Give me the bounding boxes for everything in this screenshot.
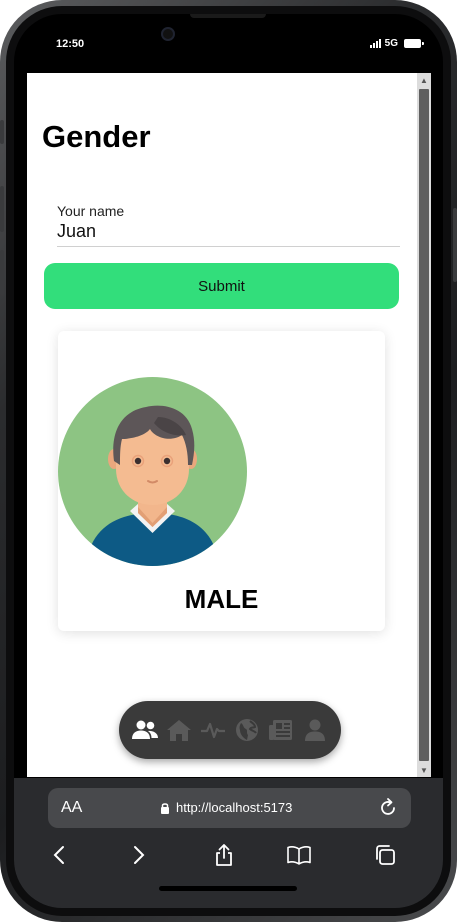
phone-screen: 12:50 5G Gender Your name Submit — [14, 14, 443, 908]
url-display[interactable]: http://localhost:5173 — [160, 800, 292, 815]
scroll-up-arrow-icon[interactable]: ▲ — [417, 73, 431, 87]
chevron-left-icon — [53, 846, 64, 864]
tabs-button[interactable] — [370, 840, 400, 870]
browser-nav-toolbar — [14, 840, 443, 870]
scroll-thumb[interactable] — [419, 89, 429, 761]
page-title: Gender — [42, 119, 151, 154]
chevron-right-icon — [134, 846, 145, 864]
share-icon — [216, 844, 232, 866]
forward-button[interactable] — [124, 840, 154, 870]
url-text: http://localhost:5173 — [176, 800, 293, 815]
name-field: Your name — [57, 203, 400, 247]
name-field-label: Your name — [57, 203, 125, 219]
gender-result: MALE — [184, 584, 259, 614]
browser-toolbar: AA http://localhost:5173 — [14, 778, 443, 908]
nav-people-icon[interactable] — [131, 716, 159, 744]
nav-home-icon[interactable] — [165, 716, 193, 744]
signal-icon — [369, 39, 381, 48]
reader-settings-button[interactable]: AA — [61, 799, 82, 817]
result-card: MALE — [58, 331, 385, 631]
volume-down-button — [0, 250, 4, 296]
reload-icon[interactable] — [377, 797, 399, 819]
reader-settings-label: AA — [61, 799, 83, 816]
name-input[interactable] — [57, 220, 400, 242]
nav-person-icon[interactable] — [301, 716, 329, 744]
people-icon — [132, 720, 158, 739]
nav-pulse-icon[interactable] — [199, 716, 227, 744]
volume-up-button — [0, 186, 4, 232]
web-viewport: Gender Your name Submit — [27, 73, 431, 777]
tabs-icon — [376, 845, 395, 865]
share-button[interactable] — [209, 840, 239, 870]
home-indicator — [159, 886, 297, 891]
action-button — [0, 120, 4, 144]
home-icon — [167, 720, 191, 741]
lock-icon — [161, 802, 169, 814]
speaker-grille — [190, 14, 266, 18]
back-button[interactable] — [44, 840, 74, 870]
nav-news-icon[interactable] — [267, 716, 295, 744]
news-icon — [269, 720, 292, 740]
power-button — [453, 208, 457, 282]
status-indicators: 5G — [369, 38, 424, 49]
submit-button[interactable]: Submit — [44, 263, 399, 309]
scrollbar[interactable]: ▲ ▼ — [417, 73, 431, 777]
scroll-down-arrow-icon[interactable]: ▼ — [417, 763, 431, 777]
status-bar: 12:50 5G — [14, 14, 443, 72]
bottom-nav — [119, 701, 341, 759]
pulse-icon — [201, 722, 225, 739]
person-icon — [305, 719, 325, 741]
address-bar[interactable]: AA http://localhost:5173 — [48, 788, 411, 828]
front-camera — [161, 27, 175, 41]
status-time: 12:50 — [56, 38, 85, 50]
bookmarks-button[interactable] — [284, 840, 314, 870]
nav-globe-icon[interactable] — [233, 716, 261, 744]
book-icon — [287, 846, 311, 865]
network-label: 5G — [384, 38, 398, 49]
globe-icon — [236, 719, 258, 741]
male-avatar-icon — [58, 377, 247, 566]
battery-icon — [404, 39, 424, 48]
